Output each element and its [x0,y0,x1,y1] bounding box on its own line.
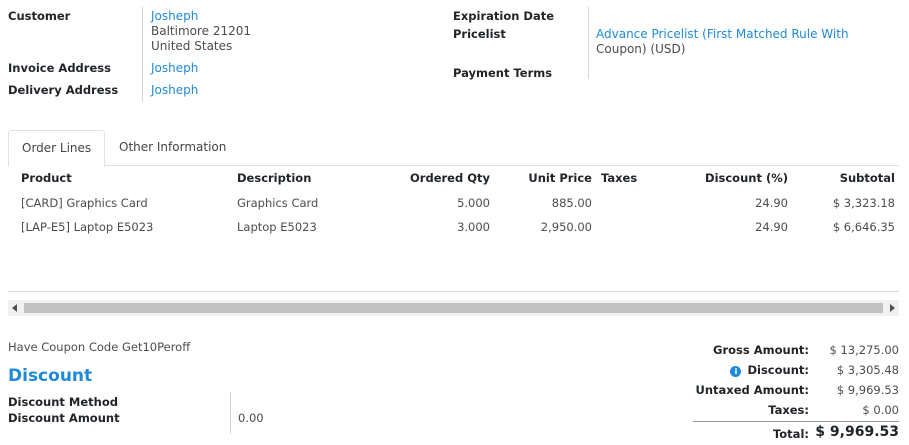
row-subtotal: $ 6,646.35 [832,220,895,234]
scroll-left-arrow-icon[interactable] [12,304,17,312]
total-label: Total: [772,427,809,441]
row-description: Laptop E5023 [237,220,317,234]
scroll-right-arrow-icon[interactable] [890,304,895,312]
discount-amount-field[interactable]: 0.00 [238,411,264,425]
discount-summary-label: Discount: [747,363,809,377]
row-unit-price: 885.00 [551,196,592,210]
pricelist-label: Pricelist [453,27,506,41]
taxes-value: $ 0.00 [862,403,899,417]
gross-amount-label: Gross Amount: [713,343,809,357]
row-discount: 24.90 [755,196,788,210]
column-subtotal[interactable]: Subtotal [800,171,895,185]
row-unit-price: 2,950.00 [540,220,592,234]
row-product: [CARD] Graphics Card [21,196,148,210]
pricelist-link-line2: Coupon) (USD) [596,42,686,56]
invoice-address-link[interactable]: Josheph [151,61,198,75]
column-ordered-qty[interactable]: Ordered Qty [400,171,490,185]
row-discount: 24.90 [755,220,788,234]
info-icon[interactable]: i [730,366,742,377]
discount-summary-value: $ 3,305.48 [836,363,899,377]
column-description[interactable]: Description [237,171,311,185]
left-field-separator [142,7,143,102]
untaxed-amount-value: $ 9,969.53 [836,383,899,397]
total-divider [693,421,899,422]
scrollbar-thumb[interactable] [24,303,883,313]
gross-amount-value: $ 13,275.00 [829,343,900,357]
column-unit-price[interactable]: Unit Price [500,171,592,185]
discount-method-label: Discount Method [8,395,118,409]
untaxed-amount-label: Untaxed Amount: [695,383,810,397]
row-description: Graphics Card [237,196,319,210]
customer-address-line2: United States [151,39,233,53]
invoice-address-label: Invoice Address [8,61,111,75]
coupon-note: Have Coupon Code Get10Peroff [8,340,191,354]
row-ordered-qty: 3.000 [457,220,490,234]
customer-link[interactable]: Josheph [151,9,198,23]
tab-bar: Order Lines Other Information [8,130,899,167]
row-subtotal: $ 3,323.18 [832,196,895,210]
row-ordered-qty: 5.000 [457,196,490,210]
discount-field-separator [230,392,231,434]
discount-summary-label-wrap: i Discount: [730,363,809,377]
delivery-address-link[interactable]: Josheph [151,83,198,97]
customer-address-line1: Baltimore 21201 [151,24,252,38]
tab-other-information[interactable]: Other Information [106,130,239,166]
right-field-separator [588,7,589,79]
table-bottom-divider [8,291,899,292]
taxes-label: Taxes: [768,403,809,417]
row-product: [LAP-E5] Laptop E5023 [21,220,154,234]
column-discount[interactable]: Discount (%) [680,171,788,185]
column-taxes[interactable]: Taxes [601,171,637,185]
customer-label: Customer [8,9,71,23]
discount-section-title: Discount [8,366,93,386]
expiration-date-label: Expiration Date [453,9,555,23]
horizontal-scrollbar[interactable] [8,300,899,316]
column-product[interactable]: Product [21,171,72,185]
total-value: $ 9,969.53 [815,424,899,440]
payment-terms-label: Payment Terms [453,66,553,80]
pricelist-link[interactable]: Advance Pricelist (First Matched Rule Wi… [596,27,849,41]
delivery-address-label: Delivery Address [8,83,119,97]
tab-order-lines[interactable]: Order Lines [8,130,106,167]
discount-amount-label: Discount Amount [8,411,120,425]
